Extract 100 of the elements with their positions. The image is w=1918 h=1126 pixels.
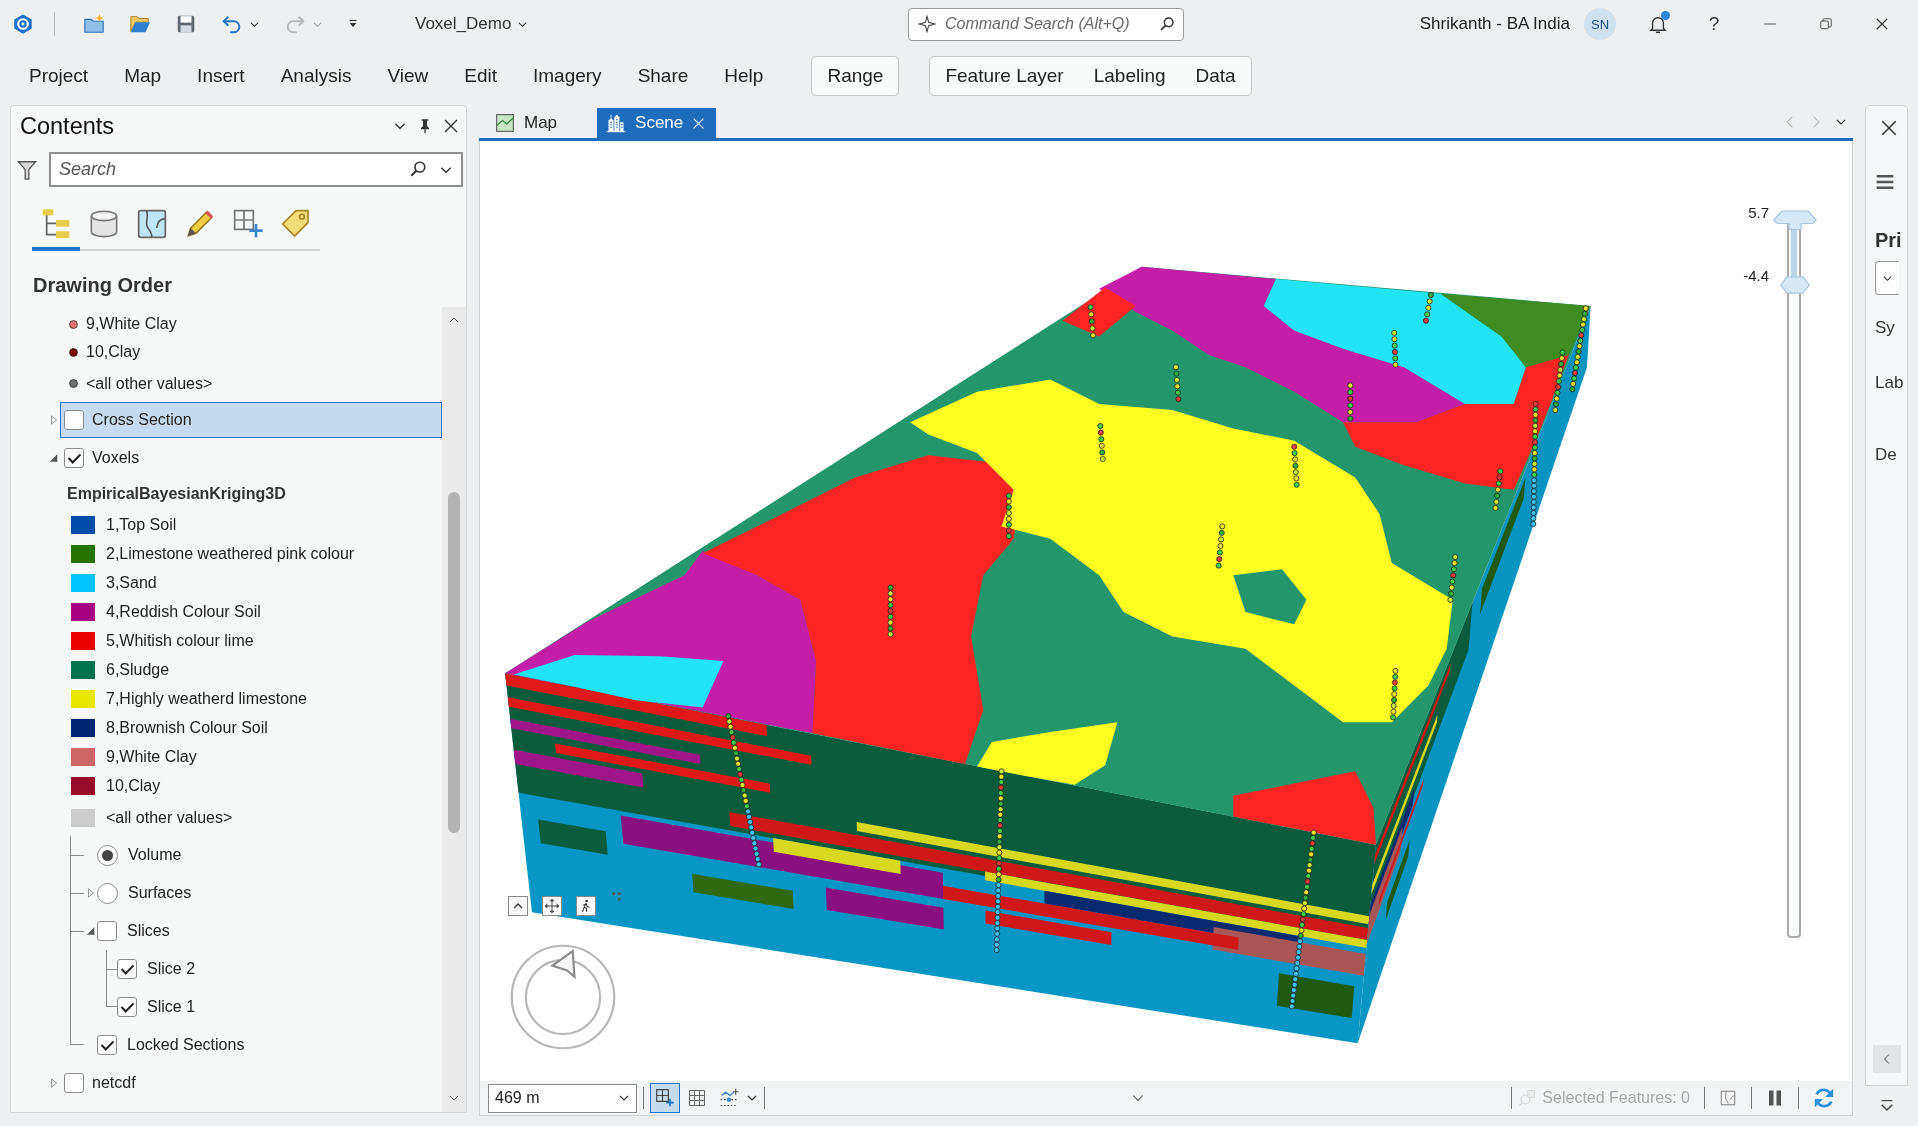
strata-band [538,819,608,855]
radio-button[interactable] [97,882,118,904]
close-icon[interactable] [1875,17,1889,31]
grid-icon [687,1088,707,1108]
ribbon-tab[interactable]: Map [106,57,180,94]
search-icon[interactable] [1159,15,1175,32]
panel-label: De [1875,444,1897,466]
ribbon-tab[interactable]: Analysis [262,57,370,94]
expand-caret-icon[interactable] [49,415,59,425]
checkbox[interactable] [97,1035,117,1055]
option-label[interactable]: Slice 2 [147,960,196,978]
legend-label: <all other values> [106,809,233,827]
scrollbar-track[interactable] [442,307,466,1112]
ribbon-tab[interactable]: Share [619,57,707,94]
help-button[interactable]: ? [1708,13,1720,35]
ribbon-tab[interactable]: Help [706,57,782,94]
undo-icon[interactable] [221,13,243,35]
legend-label: 6,Sludge [106,660,170,679]
dots-icon[interactable] [612,892,621,901]
tree-connector-line [70,836,84,874]
checkbox[interactable] [64,448,84,468]
restore-icon[interactable] [1819,17,1833,31]
borehole-column [1087,304,1096,339]
tag-icon [280,208,312,240]
project-menu-button[interactable]: Voxel_Demo [415,14,529,34]
lower-range-thumb[interactable] [1780,275,1810,294]
map-thumbnail-icon [495,113,515,133]
borehole-column [1097,423,1106,462]
ribbon-tab[interactable]: Project [11,57,107,94]
legend-label: 7,Highly weatherd limestone [106,689,307,708]
checkbox[interactable] [64,410,84,430]
grid-plus-icon [655,1088,675,1108]
bell-icon[interactable] [1648,14,1668,34]
pause-icon[interactable] [1766,1089,1784,1107]
legend-label: 8,Brownish Colour Soil [106,718,268,737]
buildings-icon [606,113,627,133]
borehole-column [1492,468,1504,511]
overflow-icon[interactable] [1878,1098,1895,1114]
ribbon-tab[interactable]: View [369,57,447,94]
new-project-icon[interactable] [83,13,105,35]
ribbon-tab[interactable]: Feature Layer [930,57,1079,94]
collapse-caret-icon[interactable] [86,926,96,936]
save-icon[interactable] [175,13,197,35]
checkbox[interactable] [64,1073,84,1093]
checkbox[interactable] [97,921,117,941]
checkbox[interactable] [117,997,137,1017]
borehole-column [1423,292,1434,324]
map-sheet-icon[interactable] [1719,1089,1737,1107]
walking-person-icon [579,899,593,913]
user-name[interactable]: Shrikanth - BA India [1419,14,1570,34]
search-field[interactable]: Search [49,152,463,187]
ribbon-tab[interactable]: Imagery [515,57,620,94]
scrollbar-thumb[interactable] [448,492,460,833]
sparkle-icon [918,14,936,33]
command-search-field[interactable]: Command Search (Alt+Q) [908,7,1184,41]
option-label[interactable]: Slice 1 [147,998,196,1016]
ribbon-tab[interactable]: Range [812,57,899,94]
legend-label: 2,Limestone weathered pink colour [106,544,355,563]
menu-icon[interactable] [1875,172,1895,192]
layer-item[interactable]: netcdf [60,1065,442,1101]
user-avatar[interactable]: SN [1584,8,1616,40]
layer-item[interactable]: Cross Section [60,402,442,438]
option-label[interactable]: Volume [128,846,182,864]
legend-label: 10,Clay [86,343,141,361]
checkbox[interactable] [117,959,137,979]
ribbon-tab[interactable]: Data [1180,57,1251,94]
option-label[interactable]: Locked Sections [127,1036,245,1054]
scene-view[interactable]: 5.7 -4.4 [479,141,1853,1081]
document-tab[interactable]: Map [486,108,579,138]
collapse-caret-icon[interactable] [49,453,59,463]
app-logo-icon[interactable] [12,13,34,35]
borehole-column [1215,523,1226,569]
option-label[interactable]: Surfaces [128,884,192,902]
walk-mode-button[interactable] [576,896,596,916]
expand-caret-icon[interactable] [49,1078,59,1088]
ribbon-tab[interactable]: Labeling [1078,57,1181,94]
search-icon[interactable] [409,160,427,178]
option-label[interactable]: Slices [127,922,170,940]
close-icon[interactable] [1880,119,1898,137]
four-arrows-icon [544,898,560,914]
toolbar-toggle-button[interactable] [650,1083,680,1113]
open-folder-icon[interactable] [129,13,151,35]
legend-label: 9,White Clay [86,315,177,333]
ribbon-tab[interactable]: Edit [446,57,515,94]
collapse-navigator-button[interactable] [508,896,528,916]
expand-caret-icon[interactable] [86,888,96,898]
layer-tree-icon [40,208,72,240]
upper-range-thumb[interactable] [1773,210,1817,230]
close-icon[interactable] [443,118,459,134]
panel-heading: Pri [1875,228,1902,253]
radio-button[interactable] [97,844,118,866]
filter-icon[interactable] [16,158,38,181]
full-extent-button[interactable] [542,896,562,916]
document-tab[interactable]: Scene [597,108,717,138]
dropdown-button[interactable] [1875,261,1899,295]
tree-connector-line [70,874,84,912]
refresh-icon[interactable] [1813,1087,1835,1109]
ribbon-tab[interactable]: Insert [179,57,263,94]
scale-dropdown[interactable]: 469 m [488,1083,637,1113]
layer-item[interactable]: Voxels [60,440,442,476]
